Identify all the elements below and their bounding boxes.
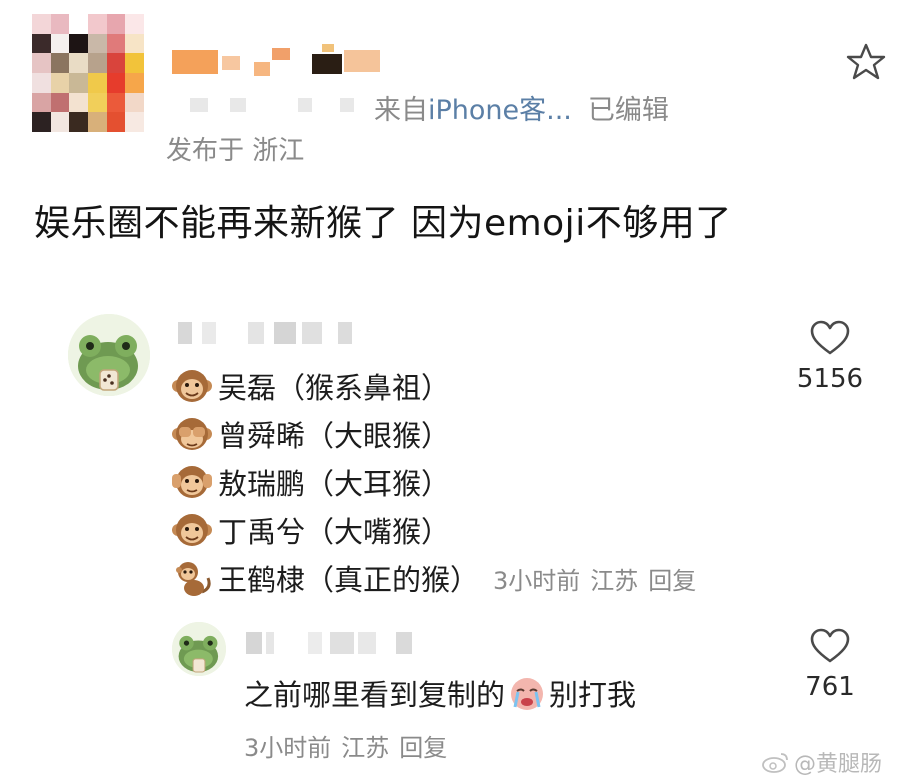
comment-avatar[interactable]	[68, 314, 150, 396]
post-author-name[interactable]	[172, 44, 382, 80]
hear-no-evil-monkey-icon	[172, 466, 212, 498]
frog-avatar-icon	[172, 622, 226, 676]
watermark-text: @黄腿肠	[794, 752, 883, 777]
reply-region: 江苏	[341, 734, 390, 762]
heart-outline-icon[interactable]	[810, 320, 850, 356]
heart-outline-icon[interactable]	[810, 628, 850, 664]
edited-label[interactable]: 已编辑	[588, 95, 669, 126]
post-meta: 来自iPhone客... 已编辑	[374, 88, 669, 127]
comment-time: 3小时前	[493, 566, 581, 595]
list-item: 曾舜晞（大眼猴）	[172, 410, 706, 458]
reply-avatar[interactable]	[172, 622, 226, 676]
reply-meta: 3小时前 江苏 回复	[244, 728, 457, 763]
post-body: 娱乐圈不能再来新猴了 因为emoji不够用了	[34, 203, 732, 244]
post-location: 发布于 浙江	[166, 136, 305, 166]
comment-meta: 3小时前 江苏 回复	[493, 561, 706, 596]
reply-line-text: 吴磊（猴系鼻祖）	[218, 371, 451, 405]
reply-line-text: 敖瑞鹏（大耳猴）	[218, 467, 451, 501]
weibo-logo-icon	[762, 753, 788, 773]
frog-avatar-icon	[68, 314, 150, 396]
comment-body: 吴磊（猴系鼻祖） 曾舜晞（大眼猴） 敖瑞鹏（大耳猴） 丁禹兮（大嘴猴） 王鹤棣（…	[172, 362, 706, 602]
monkey-face-icon	[172, 514, 212, 546]
source-prefix: 来自	[374, 95, 428, 126]
list-item: 敖瑞鹏（大耳猴）	[172, 458, 706, 506]
watermark: @黄腿肠	[762, 746, 882, 777]
like-control[interactable]: 761	[790, 628, 870, 702]
reply-line-text: 丁禹兮（大嘴猴）	[218, 515, 451, 549]
reply-body: 之前哪里看到复制的 别打我	[244, 672, 636, 714]
reply-line-text: 曾舜晞（大眼猴）	[218, 419, 451, 453]
monkey-icon	[176, 562, 211, 596]
post-author-avatar[interactable]	[32, 14, 144, 132]
reply-text-after: 别打我	[549, 678, 637, 712]
list-item: 丁禹兮（大嘴猴）	[172, 506, 706, 554]
reply-time: 3小时前	[244, 734, 332, 762]
monkey-face-icon	[172, 370, 212, 402]
list-item: 王鹤棣（真正的猴） 3小时前 江苏 回复	[172, 554, 706, 602]
like-count: 761	[805, 672, 855, 702]
reply-author-name[interactable]	[246, 632, 416, 654]
reply-button[interactable]: 回复	[648, 567, 696, 595]
comment-author-name[interactable]	[178, 322, 358, 344]
post-timestamp-blurred	[190, 94, 360, 116]
star-outline-icon[interactable]	[846, 42, 886, 82]
comment-region: 江苏	[590, 566, 639, 595]
like-control[interactable]: 5156	[790, 320, 870, 394]
like-count: 5156	[796, 364, 864, 394]
list-item: 吴磊（猴系鼻祖）	[172, 362, 706, 410]
see-no-evil-monkey-icon	[172, 418, 212, 450]
reply-line-text: 王鹤棣（真正的猴）	[218, 563, 480, 597]
reply-button[interactable]: 回复	[399, 734, 447, 762]
source-link[interactable]: iPhone客...	[428, 95, 572, 126]
crying-face-icon	[511, 678, 544, 710]
reply-text-before: 之前哪里看到复制的	[244, 678, 506, 712]
